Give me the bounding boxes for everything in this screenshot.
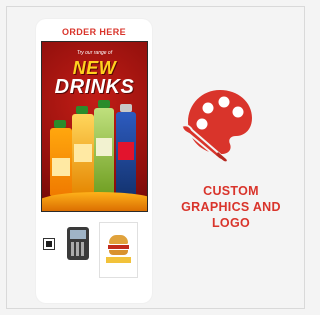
caption-line: CUSTOM: [203, 184, 259, 198]
juice-bottle-graphic: [72, 106, 94, 196]
barcode-scanner-icon: [43, 238, 55, 250]
juice-bottle-graphic: [50, 120, 72, 196]
order-here-label: ORDER HERE: [61, 27, 126, 37]
screen-headline-drinks: DRINKS: [54, 76, 135, 98]
kiosk-peripherals: [41, 219, 147, 279]
kiosk-screen: Try our range of NEW DRINKS: [41, 41, 148, 212]
juice-splash-graphic: [42, 192, 147, 211]
screen-tagline: Try our range of: [76, 50, 113, 56]
kiosk-illustration: ORDER HERE Try our range of NEW DRINKS: [36, 19, 152, 303]
juice-bottle-graphic: [94, 100, 114, 196]
caption-line: GRAPHICS AND: [181, 200, 281, 214]
receipt-printout-icon: [99, 222, 138, 278]
palette-brush-icon: [180, 90, 252, 162]
feature-caption: CUSTOM GRAPHICS AND LOGO: [176, 183, 286, 231]
card-terminal-icon: [67, 227, 89, 260]
caption-line: LOGO: [211, 216, 250, 230]
energy-drink-can-graphic: [116, 104, 136, 196]
